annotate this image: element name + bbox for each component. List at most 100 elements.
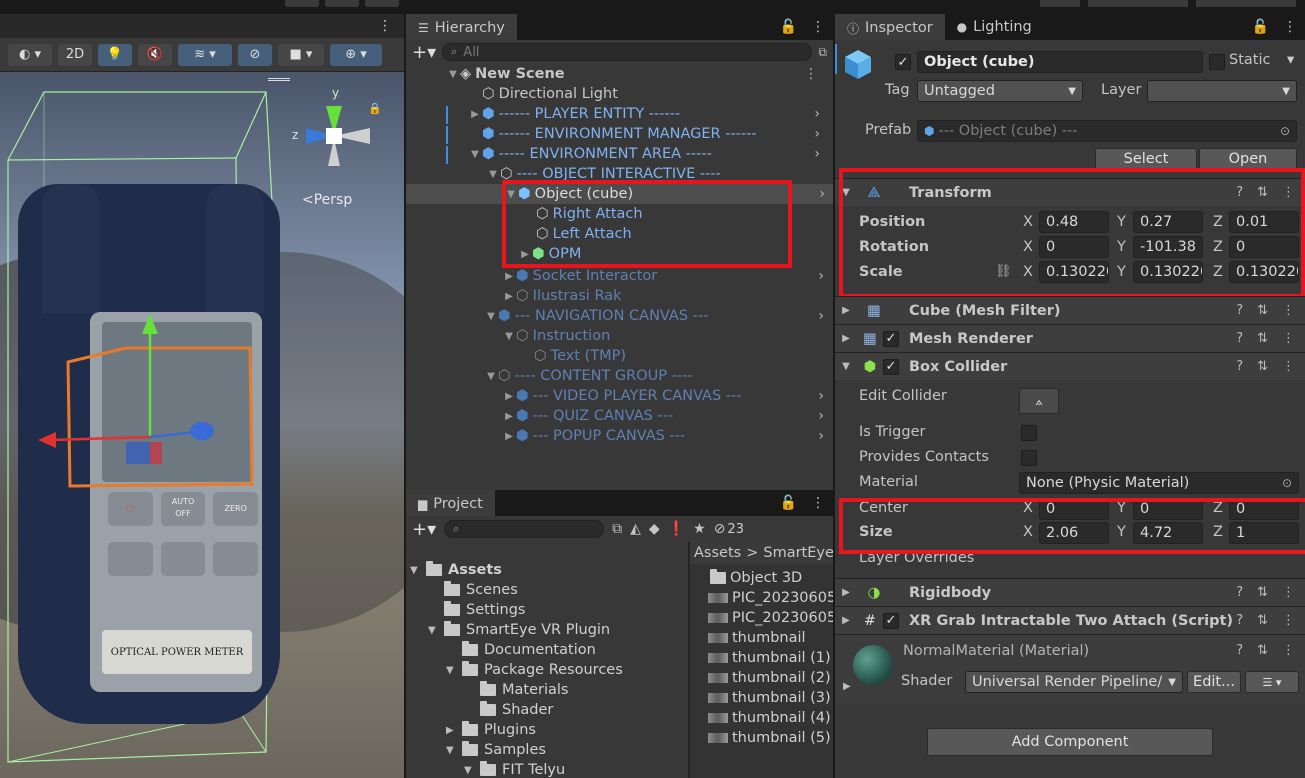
- physic-material-field[interactable]: None (Physic Material) ⊙: [1019, 472, 1299, 494]
- breadcrumb-root[interactable]: Assets: [694, 545, 741, 561]
- gizmos-toggle-icon[interactable]: ⊕ ▾: [330, 43, 382, 66]
- tree-item[interactable]: ▼ SmartEye VR Plugin: [428, 620, 610, 640]
- tree-item[interactable]: Materials: [480, 680, 568, 700]
- static-checkbox[interactable]: [1209, 54, 1225, 70]
- provides-contacts-checkbox[interactable]: [1021, 450, 1037, 466]
- search-options-icon[interactable]: ⧉: [612, 521, 622, 537]
- tree-item[interactable]: ▼ FIT Telyu: [464, 760, 565, 778]
- tree-row[interactable]: ▶ ⬢ --- QUIZ CANVAS --- ›: [502, 406, 832, 426]
- add-icon[interactable]: +▾: [412, 42, 436, 63]
- visibility-toggle-icon[interactable]: ⊘: [238, 43, 272, 66]
- filter-type-icon[interactable]: ◭: [630, 521, 641, 537]
- panel-divider[interactable]: [833, 14, 835, 778]
- file-item[interactable]: PIC_20230605: [708, 588, 833, 608]
- more-options-icon[interactable]: ⋮: [811, 19, 825, 35]
- edit-collider-button[interactable]: ⟑: [1019, 388, 1059, 414]
- tree-row[interactable]: ▼ ⬡ Instruction: [502, 326, 610, 346]
- tree-item[interactable]: Shader: [480, 700, 553, 720]
- more-options-icon[interactable]: ⋮: [1283, 19, 1297, 35]
- more-options-icon[interactable]: ⋮: [1282, 643, 1295, 658]
- tree-item[interactable]: Documentation: [462, 640, 596, 660]
- object-name-field[interactable]: Object (cube): [917, 51, 1203, 73]
- more-options-icon[interactable]: ⋮: [804, 66, 818, 82]
- add-component-button[interactable]: Add Component: [927, 728, 1213, 756]
- static-dropdown-icon[interactable]: ▾: [1287, 52, 1294, 68]
- lighting-toggle-icon[interactable]: 💡: [98, 43, 132, 66]
- camera-settings-icon[interactable]: ■ ▾: [278, 43, 324, 66]
- viewport-handle[interactable]: [268, 78, 290, 81]
- more-options-icon[interactable]: ⋮: [1282, 331, 1295, 346]
- scene-view-panel[interactable]: ⋮ ◐ ▾ 2D 💡 🔇 ≋ ▾ ⊘ ■ ▾ ⊕ ▾ ⏻ AUTO OFF ZE…: [0, 14, 404, 778]
- preset-icon[interactable]: ⇅: [1257, 303, 1268, 318]
- tree-row[interactable]: ▶ ⬢ Socket Interactor ›: [502, 266, 832, 286]
- tab-inspector[interactable]: ⓘ Inspector: [835, 14, 945, 40]
- tree-row[interactable]: ▼ ⬢ ----- ENVIRONMENT AREA ----- ›: [468, 144, 828, 164]
- tree-item[interactable]: Settings: [444, 600, 525, 620]
- file-item[interactable]: thumbnail (2): [708, 668, 831, 688]
- chevron-right-icon[interactable]: ›: [818, 408, 824, 424]
- file-item[interactable]: thumbnail (5): [708, 728, 831, 748]
- shading-mode-button[interactable]: ◐ ▾: [8, 43, 52, 66]
- help-icon[interactable]: ?: [1236, 643, 1243, 658]
- prefab-select-button[interactable]: Select: [1095, 148, 1197, 170]
- file-item[interactable]: thumbnail (1): [708, 648, 831, 668]
- tree-row[interactable]: ⬡ Directional Light: [468, 84, 618, 104]
- shader-edit-button[interactable]: Edit...: [1187, 671, 1241, 693]
- hidden-packages-toggle[interactable]: ⊘ 23: [714, 521, 744, 537]
- file-item[interactable]: thumbnail: [708, 628, 806, 648]
- lock-icon[interactable]: 🔓: [1252, 19, 1269, 35]
- box-collider-enabled-checkbox[interactable]: ✓: [883, 358, 899, 375]
- add-icon[interactable]: +▾: [412, 519, 436, 540]
- tree-item[interactable]: ▼ Samples: [446, 740, 546, 760]
- material-expand-icon[interactable]: ▶: [843, 681, 851, 692]
- top-partial-controls[interactable]: [285, 0, 405, 7]
- more-options-icon[interactable]: ⋮: [1282, 613, 1295, 628]
- preset-icon[interactable]: ⇅: [1257, 585, 1268, 600]
- tree-item[interactable]: ▼ Package Resources: [446, 660, 623, 680]
- mesh-filter-header[interactable]: ▶ ▦ Cube (Mesh Filter) ? ⇅ ⋮: [835, 296, 1305, 324]
- lock-icon[interactable]: 🔒: [368, 102, 382, 115]
- xr-grab-enabled-checkbox[interactable]: ✓: [883, 612, 899, 629]
- file-item[interactable]: Object 3D: [710, 568, 802, 588]
- panel-divider[interactable]: [404, 14, 406, 778]
- favorite-icon[interactable]: ★: [693, 521, 706, 537]
- effects-toggle-icon[interactable]: ≋ ▾: [178, 43, 232, 66]
- rigidbody-header[interactable]: ▶ ◑ Rigidbody ? ⇅ ⋮: [835, 578, 1305, 606]
- tree-item[interactable]: ▼ Assets: [410, 560, 502, 580]
- box-collider-header[interactable]: ▼ ⬢ ✓ Box Collider ? ⇅ ⋮: [835, 352, 1305, 380]
- lock-icon[interactable]: 🔓: [780, 19, 797, 35]
- hierarchy-search[interactable]: ⌕ All: [442, 43, 813, 61]
- audio-toggle-icon[interactable]: 🔇: [138, 43, 172, 66]
- tree-item[interactable]: Scenes: [444, 580, 518, 600]
- chevron-right-icon[interactable]: ›: [814, 126, 820, 142]
- mesh-renderer-enabled-checkbox[interactable]: ✓: [883, 330, 899, 347]
- tab-hierarchy[interactable]: ☰ Hierarchy: [406, 14, 517, 40]
- preset-icon[interactable]: ⇅: [1257, 613, 1268, 628]
- object-picker-icon[interactable]: ⊙: [1280, 124, 1290, 138]
- tree-row-scene[interactable]: ▼ ◈ New Scene ⋮: [446, 64, 826, 84]
- help-icon[interactable]: ?: [1236, 613, 1243, 628]
- chevron-right-icon[interactable]: ›: [818, 268, 824, 284]
- shader-options-dropdown[interactable]: ☰ ▾: [1245, 671, 1299, 693]
- tab-project[interactable]: ▆ Project: [406, 490, 495, 516]
- is-trigger-checkbox[interactable]: [1021, 425, 1037, 441]
- breadcrumb-current[interactable]: SmartEye: [763, 545, 833, 561]
- tree-row[interactable]: ⬢ ------ ENVIRONMENT MANAGER ------ ›: [468, 124, 828, 144]
- tree-row[interactable]: ⬡ Text (TMP): [534, 346, 626, 366]
- chevron-right-icon[interactable]: ›: [814, 146, 820, 162]
- tab-lighting[interactable]: ● Lighting: [945, 14, 1044, 40]
- more-options-icon[interactable]: ⋮: [1282, 585, 1295, 600]
- help-icon[interactable]: ?: [1236, 303, 1243, 318]
- tree-row[interactable]: ▼ ⬡ ---- CONTENT GROUP ----: [484, 366, 692, 386]
- tree-row[interactable]: ▶ ⬢ ------ PLAYER ENTITY ------ ›: [468, 104, 828, 124]
- help-icon[interactable]: ?: [1236, 359, 1243, 374]
- lock-icon[interactable]: 🔓: [780, 495, 797, 511]
- more-options-icon[interactable]: ⋮: [378, 18, 392, 34]
- chevron-right-icon[interactable]: ›: [818, 308, 824, 324]
- chevron-right-icon[interactable]: ›: [818, 428, 824, 444]
- help-icon[interactable]: ?: [1236, 331, 1243, 346]
- project-search[interactable]: ⌕: [444, 520, 605, 538]
- search-options-icon[interactable]: ⧉: [818, 45, 827, 60]
- tree-row[interactable]: ▼ ⬢ --- NAVIGATION CANVAS --- ›: [484, 306, 832, 326]
- prefab-open-button[interactable]: Open: [1199, 148, 1297, 170]
